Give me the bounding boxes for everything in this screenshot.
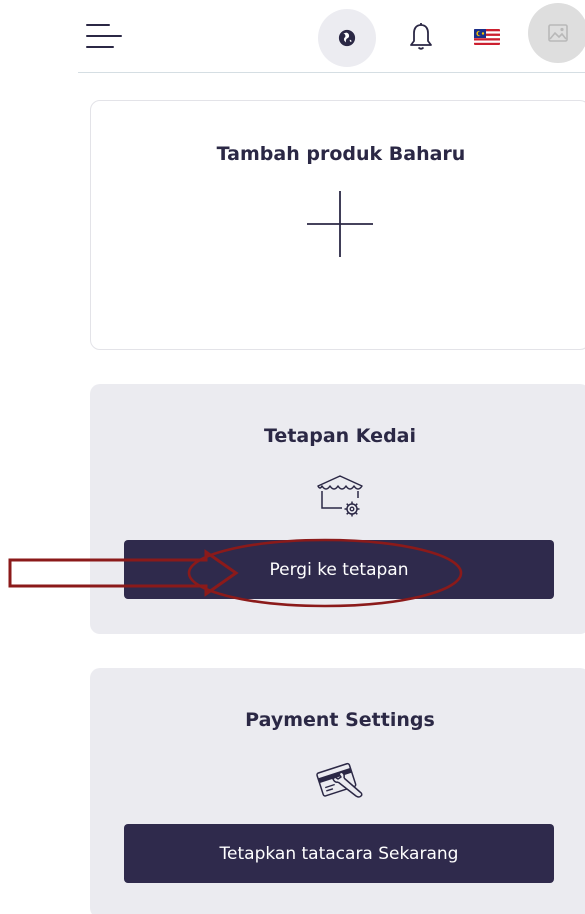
shop-settings-icon [317, 475, 363, 517]
bell-icon[interactable] [404, 20, 438, 54]
avatar[interactable] [528, 3, 585, 63]
globe-icon [338, 29, 356, 47]
add-product-card[interactable]: Tambah produk Baharu [90, 100, 585, 350]
payment-settings-card: Payment Settings Tetapkan tatacara Sekar… [90, 668, 585, 914]
top-bar [0, 0, 585, 74]
go-to-settings-button[interactable]: Pergi ke tetapan [124, 540, 554, 599]
header-divider [78, 72, 585, 73]
language-button[interactable] [318, 9, 376, 67]
hamburger-menu-icon[interactable] [86, 22, 124, 50]
page: Tambah produk Baharu Tetapan Kedai Pergi… [0, 0, 585, 914]
malaysia-flag-icon[interactable] [474, 29, 500, 45]
shop-settings-card: Tetapan Kedai Pergi ke tetapan [90, 384, 585, 634]
add-product-title: Tambah produk Baharu [216, 143, 466, 165]
shop-settings-title: Tetapan Kedai [264, 425, 416, 447]
image-placeholder-icon [548, 24, 568, 42]
credit-card-wrench-icon [316, 762, 363, 798]
payment-settings-title: Payment Settings [245, 709, 435, 731]
plus-icon [307, 191, 373, 257]
set-payment-method-button[interactable]: Tetapkan tatacara Sekarang [124, 824, 554, 883]
